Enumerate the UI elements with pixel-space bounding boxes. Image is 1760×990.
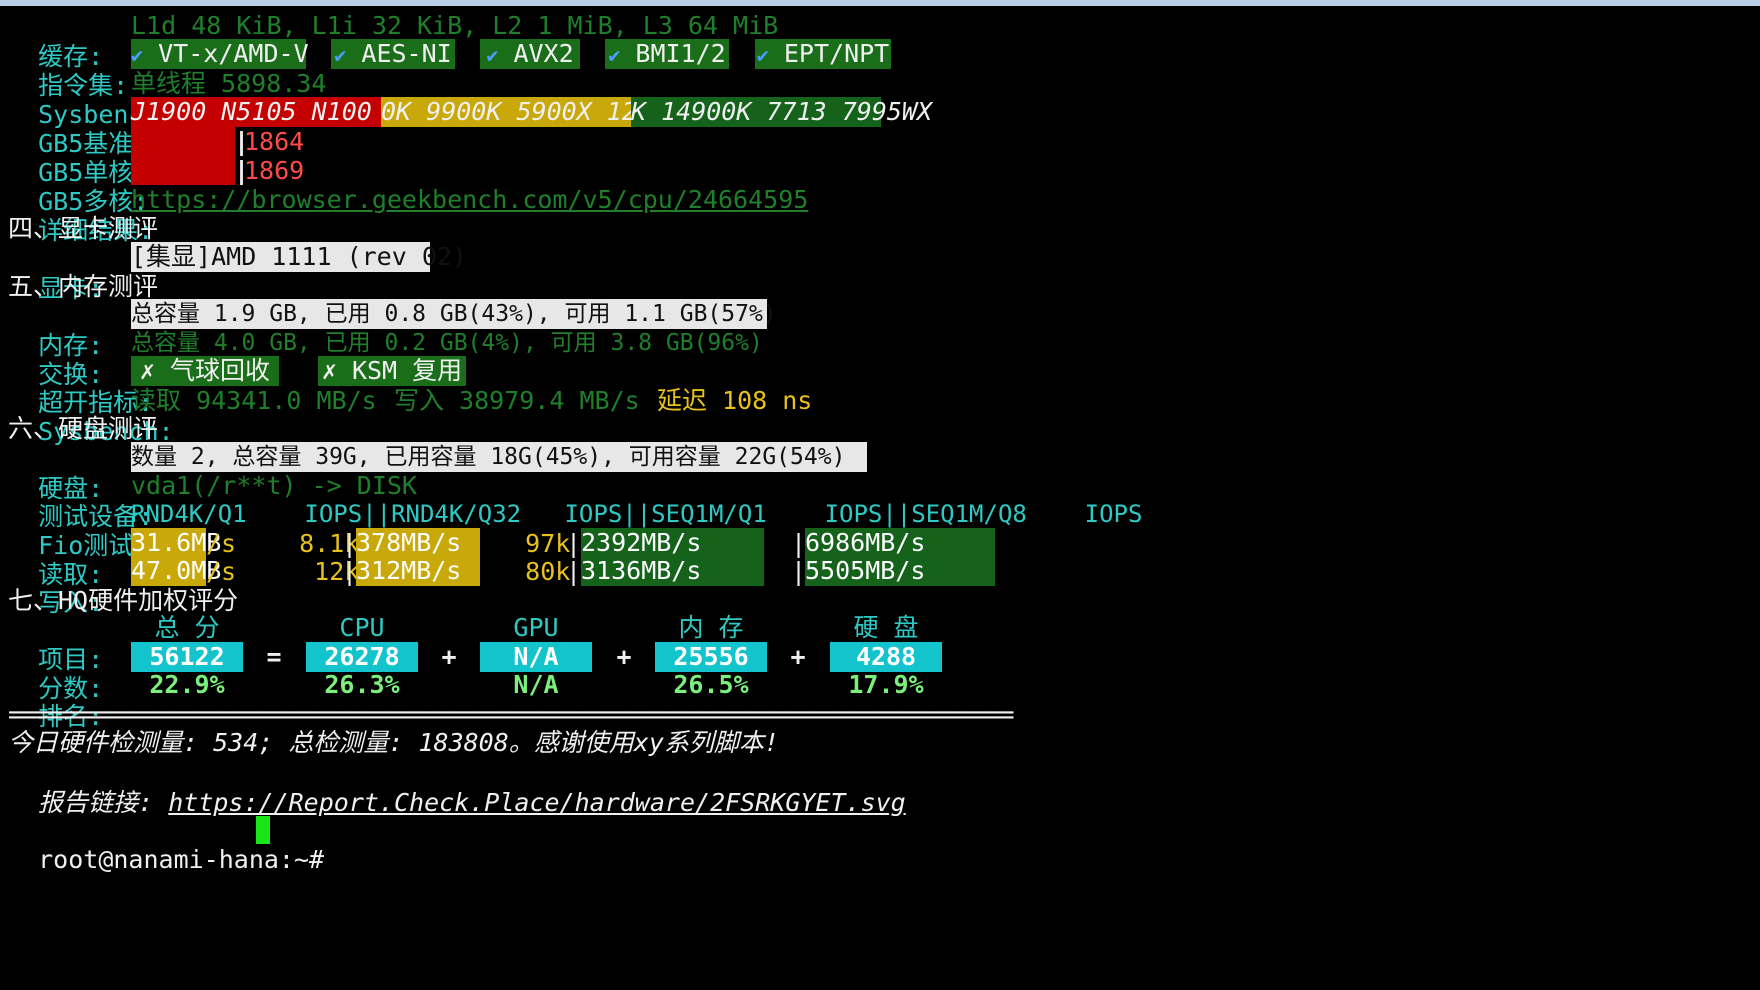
gb5-detail-row: 详细结果: https://browser.geekbench.com/v5/c… — [8, 184, 808, 245]
swap-row: 交换: 总容量 4.0 GB, 已用 0.2 GB(4%), 可用 3.8 GB… — [8, 328, 1208, 389]
disk-section-title: 六、硬盘测评 — [8, 414, 159, 443]
score-op-plus: + — [441, 642, 457, 671]
check-icon: ✔ — [334, 43, 347, 67]
test-device-value: vda1(/r**t) -> DISK — [131, 471, 417, 500]
overcommit-balloon-badge: ✗ 气球回收 — [131, 356, 279, 386]
fio-write-seq1m-q1-iops: 3.1k — [727, 556, 764, 586]
rank-cpu: 26.3% — [324, 670, 400, 699]
score-header-total: 总 分 — [154, 613, 220, 642]
disk-row: 硬盘: 数量 2, 总容量 39G, 已用容量 18G(45%), 可用容量 2… — [8, 442, 1208, 503]
rank-gpu: N/A — [513, 670, 559, 699]
gb5-multi-row: GB5多核: | 1869 — [8, 155, 1208, 216]
gb5-detail-link[interactable]: https://browser.geekbench.com/v5/cpu/246… — [131, 184, 808, 215]
rank-total: 22.9% — [149, 670, 225, 699]
score-memory: 25556 — [655, 642, 767, 672]
test-device-row: 测试设备: vda1(/r**t) -> DISK — [8, 470, 417, 531]
check-icon: ✔ — [131, 43, 144, 67]
overcommit-ksm-badge: ✗ KSM 复用 — [318, 356, 466, 386]
score-op-plus: + — [616, 642, 632, 671]
sysbench-mem-read: 读取 94341.0 MB/s — [131, 386, 377, 415]
gb5-ref-red: J1900 N5105 N100 670 — [131, 97, 433, 127]
fio-write-row: 写入: 47.0MB /s 12k || 312MB/s 80k || 3136… — [8, 556, 1208, 617]
fio-write-rnd4k-q1-bar: 47.0MB — [131, 556, 222, 586]
terminal-cursor — [256, 816, 270, 844]
fio-write-rnd4k-q32-iops: 80k — [480, 557, 571, 586]
cache-row: 缓存: L1d 48 KiB, L1i 32 KiB, L2 1 MiB, L3… — [8, 10, 778, 71]
gb5-multi-value: 1869 — [244, 156, 305, 185]
score-total: 56122 — [131, 642, 243, 672]
score-section-title: 七、HQ硬件加权评分 — [8, 586, 239, 615]
sysbench-mem-row: Sysbench: 读取 94341.0 MB/s 写入 38979.4 MB/… — [8, 385, 1208, 446]
fio-read-seq1m-q1-iops: 2.4k — [727, 528, 764, 558]
shell-prompt: root@nanami-hana:~# — [38, 845, 340, 874]
fio-write-seq1m-q1-bar: 3136MB/s — [581, 556, 727, 586]
score-header-gpu: GPU — [513, 613, 559, 642]
fio-write-seq1m-q8-iops: 5.5k — [954, 556, 994, 586]
gpu-row: 显卡: [集显]AMD 1111 (rev 02) — [8, 242, 1208, 303]
score-rank-row: 排名: 22.9% 26.3% N/A 26.5% 17.9% — [8, 670, 1208, 731]
score-header-row: 项目: 总 分 CPU GPU 内 存 硬 盘 — [8, 613, 1208, 674]
memory-row: 内存: 总容量 1.9 GB, 已用 0.8 GB(43%), 可用 1.1 G… — [8, 299, 1208, 360]
fio-read-rnd4k-q32-bar: 378MB/s — [356, 528, 480, 558]
score-header-memory: 内 存 — [678, 613, 744, 642]
score-cpu: 26278 — [306, 642, 418, 672]
isa-badge-avx2: ✔ AVX2 — [480, 39, 580, 69]
memory-value: 总容量 1.9 GB, 已用 0.8 GB(43%), 可用 1.1 GB(57… — [131, 299, 777, 329]
gb5-ref-yellow: 0K 9900K 5900X 12900 — [381, 97, 683, 127]
rank-memory: 26.5% — [673, 670, 749, 699]
swap-value: 总容量 4.0 GB, 已用 0.2 GB(4%), 可用 3.8 GB(96%… — [131, 330, 763, 356]
sysbench-mem-latency: 延迟 108 ns — [657, 386, 813, 415]
isa-badge-aesni: ✔ AES-NI — [331, 39, 455, 69]
isa-row: 指令集: ✔ VT-x/AMD-V ✔ AES-NI ✔ AVX2 ✔ BMI1… — [8, 39, 1208, 100]
cross-icon: ✗ — [139, 356, 155, 385]
gb5-single-value: 1864 — [244, 127, 305, 156]
score-op-equals: = — [266, 642, 282, 671]
score-gpu: N/A — [480, 642, 592, 672]
isa-badge-vtx: ✔ VT-x/AMD-V — [131, 39, 309, 69]
cache-value: L1d 48 KiB, L1i 32 KiB, L2 1 MiB, L3 64 … — [131, 11, 779, 40]
fio-read-seq1m-q1-bar: 2392MB/s — [581, 528, 727, 558]
memory-section-title: 五、内存测评 — [8, 272, 159, 301]
footer-report-row: 报告链接: https://Report.Check.Place/hardwar… — [8, 756, 906, 817]
score-header-disk: 硬 盘 — [853, 613, 919, 642]
overcommit-row: 超开指标: ✗ 气球回收 ✗ KSM 复用 — [8, 356, 1208, 417]
fio-read-rnd4k-q1-bar: 31.6MB — [131, 528, 222, 558]
score-disk: 4288 — [830, 642, 942, 672]
sysbench-mem-write: 写入 38979.4 MB/s — [394, 386, 640, 415]
fio-header-row: Fio测试: RND4K/Q1 IOPS||RND4K/Q32 IOPS||SE… — [8, 499, 1208, 560]
gb5-single-bar — [131, 126, 235, 156]
gb5-ref-green: K 14900K 7713 7995WX — [631, 97, 933, 127]
fio-read-seq1m-q8-iops: 7.0k — [954, 528, 994, 558]
fio-header: RND4K/Q1 IOPS||RND4K/Q32 IOPS||SEQ1M/Q1 … — [131, 500, 1143, 528]
score-op-plus: + — [790, 642, 806, 671]
shell-prompt-row[interactable]: root@nanami-hana:~# — [8, 813, 408, 874]
gpu-value: [集显]AMD 1111 (rev 02) — [131, 242, 467, 272]
window-top-border — [0, 0, 1760, 6]
gb5-multi-bar — [131, 155, 235, 185]
fio-write-rnd4k-q32-bar: 312MB/s — [356, 556, 480, 586]
gb5-base-row: GB5基准: J1900 N5105 N100 670 0K 9900K 590… — [8, 97, 1208, 158]
score-value-row: 分数: 56122 = 26278 + N/A + 25556 + 4288 — [8, 642, 1208, 703]
gpu-section-title: 四、显卡测评 — [8, 214, 159, 243]
fio-write-rnd4k-q1-unit: /s — [206, 557, 237, 586]
cross-icon: ✗ — [321, 356, 337, 385]
sysbench-cpu-value: 单线程 5898.34 — [131, 69, 327, 98]
rank-disk: 17.9% — [848, 670, 924, 699]
check-icon: ✔ — [756, 43, 769, 67]
footer-stats: 今日硬件检测量: 534; 总检测量: 183808。感谢使用xy系列脚本! — [8, 728, 779, 757]
gb5-single-row: GB5单核: | 1864 — [8, 126, 1208, 187]
fio-read-rnd4k-q1-unit: /s — [206, 529, 237, 558]
check-icon: ✔ — [486, 43, 499, 67]
footer-separator: ========================================… — [8, 700, 1015, 729]
isa-badge-bmi: ✔ BMI1/2 — [605, 39, 729, 69]
disk-value: 数量 2, 总容量 39G, 已用容量 18G(45%), 可用容量 22G(5… — [131, 442, 867, 472]
fio-read-rnd4k-q32-iops: 97k — [480, 529, 571, 558]
check-icon: ✔ — [608, 43, 621, 67]
sysbench-cpu-row: Sysbench: 单线程 5898.34 — [8, 68, 326, 129]
isa-badge-ept: ✔ EPT/NPT — [755, 39, 891, 69]
score-header-cpu: CPU — [339, 613, 385, 642]
fio-read-row: 读取: 31.6MB /s 8.1k || 378MB/s 97k || 239… — [8, 528, 1208, 589]
